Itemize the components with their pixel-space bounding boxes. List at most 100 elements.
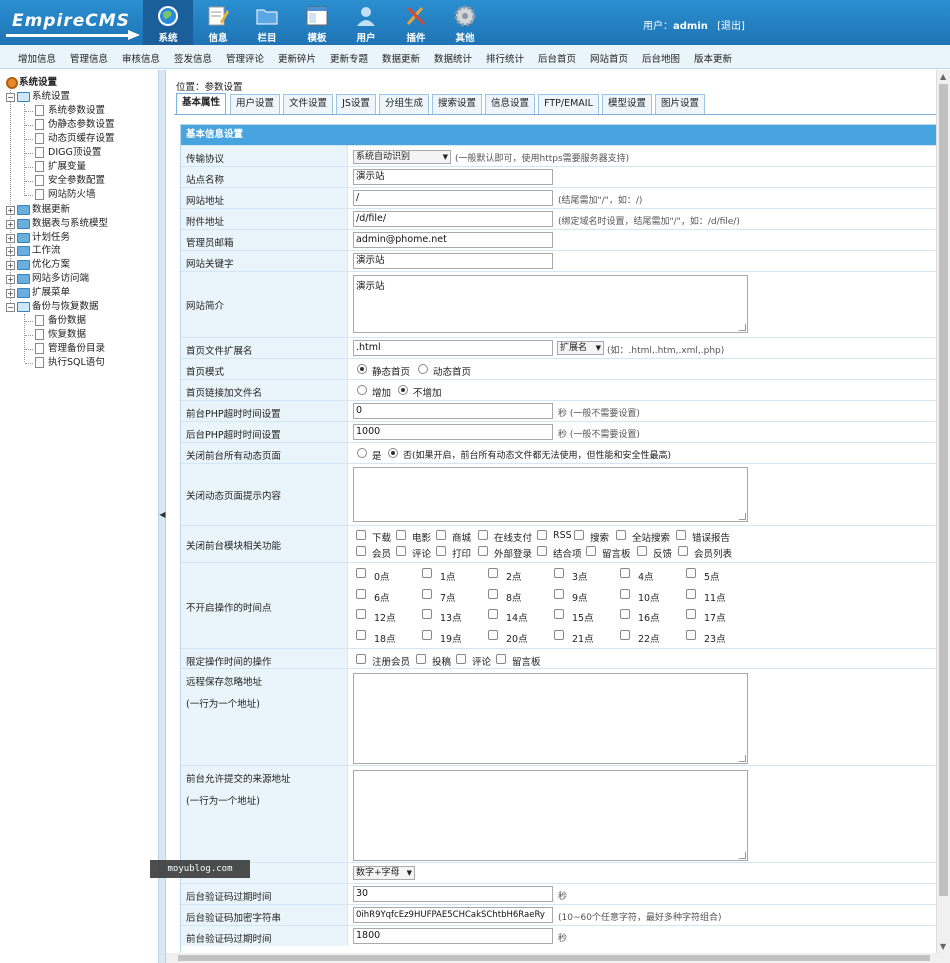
chk-fulltext-search[interactable] <box>616 530 626 540</box>
chk-hour[interactable] <box>554 629 564 640</box>
menu-update-fragments[interactable]: 更新碎片 <box>278 51 316 65</box>
chk-hour[interactable] <box>620 609 630 619</box>
sidebar-item-digg[interactable]: DIGG顶设置 <box>48 146 101 160</box>
ext-select[interactable]: 扩展名 <box>557 341 604 355</box>
radio-dynamic-index[interactable] <box>418 364 428 374</box>
tab-ftp-email[interactable]: FTP/EMAIL <box>538 94 599 114</box>
sidebar-group-multi-access[interactable]: 网站多访问端 <box>32 272 89 286</box>
chk-hour[interactable] <box>422 609 432 619</box>
email-input[interactable]: admin@phome.net <box>353 232 553 248</box>
keywords-input[interactable]: 演示站 <box>353 253 553 269</box>
chk-rss[interactable] <box>537 530 547 540</box>
sidebar-group-workflow[interactable]: 工作流 <box>32 244 61 258</box>
scrollbar-thumb[interactable] <box>939 84 948 896</box>
radio-close-no[interactable] <box>388 448 398 458</box>
chk-member-list[interactable] <box>678 546 688 556</box>
chk-hour[interactable] <box>356 609 366 619</box>
sidebar-item-security[interactable]: 安全参数配置 <box>48 174 105 188</box>
nav-info[interactable]: 信息 <box>193 0 243 45</box>
horizontal-scrollbar[interactable] <box>166 953 950 963</box>
collapse-arrow-icon[interactable]: ◀ <box>159 510 166 519</box>
empirecms-logo[interactable]: EmpireCMS <box>6 5 140 41</box>
chk-hour[interactable] <box>488 609 498 619</box>
sidebar-item-dynamic-cache[interactable]: 动态页缓存设置 <box>48 132 115 146</box>
chk-member[interactable] <box>356 546 366 556</box>
chk-hour[interactable] <box>686 588 696 599</box>
tab-user[interactable]: 用户设置 <box>230 94 280 114</box>
menu-manage-info[interactable]: 管理信息 <box>70 51 108 65</box>
radio-close-yes[interactable] <box>357 448 367 458</box>
chk-combined[interactable] <box>537 546 547 556</box>
sitename-input[interactable]: 演示站 <box>353 169 553 185</box>
chk-download[interactable] <box>356 530 366 540</box>
protocol-select[interactable]: 系统自动识别 <box>353 150 451 164</box>
sidebar-group-ext-menu[interactable]: 扩展菜单 <box>32 286 70 300</box>
vertical-scrollbar[interactable]: ▲ ▼ <box>936 70 950 953</box>
nav-plugin[interactable]: 插件 <box>391 0 441 45</box>
chk-online-pay[interactable] <box>478 530 488 540</box>
sidebar-item-backup-dirs[interactable]: 管理备份目录 <box>48 342 105 356</box>
chk-search[interactable] <box>574 530 584 540</box>
chk-submit[interactable] <box>416 654 426 664</box>
menu-site-home[interactable]: 网站首页 <box>590 51 628 65</box>
chk-hour[interactable] <box>356 588 366 599</box>
intro-textarea[interactable]: 演示站 <box>353 275 748 333</box>
tab-search[interactable]: 搜索设置 <box>432 94 482 114</box>
menu-review-info[interactable]: 审核信息 <box>122 51 160 65</box>
chk-hour[interactable] <box>620 629 630 640</box>
sidebar-item-restore-data[interactable]: 恢复数据 <box>48 328 86 342</box>
remoteignore-textarea[interactable] <box>353 673 748 764</box>
tab-js[interactable]: JS设置 <box>336 94 376 114</box>
tab-group-gen[interactable]: 分组生成 <box>379 94 429 114</box>
radio-add-filename[interactable] <box>357 385 367 395</box>
menu-version-update[interactable]: 版本更新 <box>694 51 732 65</box>
sidebar-group-backup[interactable]: 备份与恢复数据 <box>32 300 99 314</box>
chk-hour[interactable] <box>488 588 498 599</box>
frontcaptchaexpire-input[interactable]: 1800 <box>353 928 553 944</box>
menu-add-info[interactable]: 增加信息 <box>18 51 56 65</box>
chk-print[interactable] <box>436 546 446 556</box>
nav-column[interactable]: 栏目 <box>242 0 292 45</box>
expand-toggle[interactable]: + <box>6 206 15 215</box>
chk-external-login[interactable] <box>478 546 488 556</box>
menu-rank-stats[interactable]: 排行统计 <box>486 51 524 65</box>
menu-data-stats[interactable]: 数据统计 <box>434 51 472 65</box>
chk-guestbook-op[interactable] <box>496 654 506 664</box>
closemsg-textarea[interactable] <box>353 467 748 522</box>
chk-guestbook[interactable] <box>586 546 596 556</box>
sidebar-splitter[interactable]: ◀ <box>158 70 166 963</box>
collapse-toggle[interactable]: − <box>6 303 15 312</box>
radio-no-filename[interactable] <box>398 385 408 395</box>
expand-toggle[interactable]: + <box>6 247 15 256</box>
chk-hour[interactable] <box>422 568 432 578</box>
phptimeout-input[interactable]: 0 <box>353 403 553 419</box>
sidebar-group-scheduled-tasks[interactable]: 计划任务 <box>32 231 70 245</box>
chk-comment[interactable] <box>396 546 406 556</box>
chk-hour[interactable] <box>422 588 432 599</box>
sidebar-item-exec-sql[interactable]: 执行SQL语句 <box>48 356 105 370</box>
menu-manage-comments[interactable]: 管理评论 <box>226 51 264 65</box>
adminphptimeout-input[interactable]: 1000 <box>353 424 553 440</box>
expand-toggle[interactable]: + <box>6 261 15 270</box>
sidebar-item-firewall[interactable]: 网站防火墙 <box>48 188 96 202</box>
sidebar-item-backup-data[interactable]: 备份数据 <box>48 314 86 328</box>
chk-error-report[interactable] <box>676 530 686 540</box>
chk-hour[interactable] <box>686 629 696 640</box>
menu-admin-map[interactable]: 后台地图 <box>642 51 680 65</box>
menu-data-update[interactable]: 数据更新 <box>382 51 420 65</box>
captcha-type-select[interactable]: 数字+字母 <box>353 866 415 880</box>
sidebar-group-optimization[interactable]: 优化方案 <box>32 258 70 272</box>
tab-model[interactable]: 模型设置 <box>602 94 652 114</box>
chk-hour[interactable] <box>554 588 564 599</box>
chk-shop[interactable] <box>436 530 446 540</box>
expand-toggle[interactable]: + <box>6 275 15 284</box>
radio-static-index[interactable] <box>357 364 367 374</box>
siteurl-input[interactable]: / <box>353 190 553 206</box>
fileurl-input[interactable]: /d/file/ <box>353 211 553 227</box>
sidebar-item-pseudo-static[interactable]: 伪静态参数设置 <box>48 118 115 132</box>
menu-admin-home[interactable]: 后台首页 <box>538 51 576 65</box>
chk-register[interactable] <box>356 654 366 664</box>
scroll-up-arrow-icon[interactable]: ▲ <box>940 72 946 81</box>
expand-toggle[interactable]: + <box>6 220 15 229</box>
chk-hour[interactable] <box>554 568 564 578</box>
